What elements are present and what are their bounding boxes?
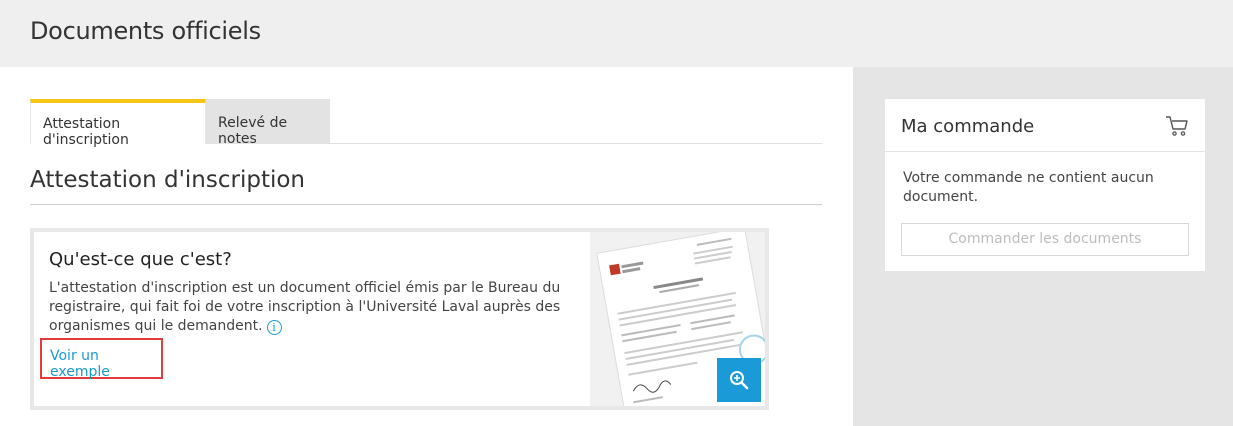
info-heading: Qu'est-ce que c'est? [49,249,232,270]
cart-icon[interactable] [1165,115,1189,137]
commander-button[interactable]: Commander les documents [901,223,1189,256]
sidebar: Ma commande Votre commande ne contient a… [853,67,1233,426]
zoom-in-icon [730,371,749,390]
document-tabs: Attestation d'inscription Relevé de note… [30,99,822,148]
page-header: Documents officiels [0,0,1233,67]
order-panel: Ma commande Votre commande ne contient a… [885,99,1205,271]
section-title: Attestation d'inscription [30,167,306,193]
tab-attestation[interactable]: Attestation d'inscription [30,99,206,148]
zoom-in-button[interactable] [717,358,761,402]
page-title: Documents officiels [30,17,261,45]
info-description-text: L'attestation d'inscription est un docum… [49,280,561,334]
document-preview-image[interactable] [590,232,765,406]
order-header: Ma commande [885,99,1205,152]
voir-exemple-link[interactable]: Voir un exemple [40,338,163,380]
info-card: Qu'est-ce que c'est? L'attestation d'ins… [30,228,769,410]
main-content: Attestation d'inscription Relevé de note… [0,67,853,426]
order-title: Ma commande [901,116,1035,137]
info-description: L'attestation d'inscription est un docum… [49,279,569,336]
tab-releve-notes[interactable]: Relevé de notes [206,99,330,147]
info-text-panel: Qu'est-ce que c'est? L'attestation d'ins… [34,232,590,406]
order-empty-message: Votre commande ne contient aucun documen… [903,170,1154,205]
divider [30,204,822,205]
info-icon[interactable]: i [266,320,282,335]
